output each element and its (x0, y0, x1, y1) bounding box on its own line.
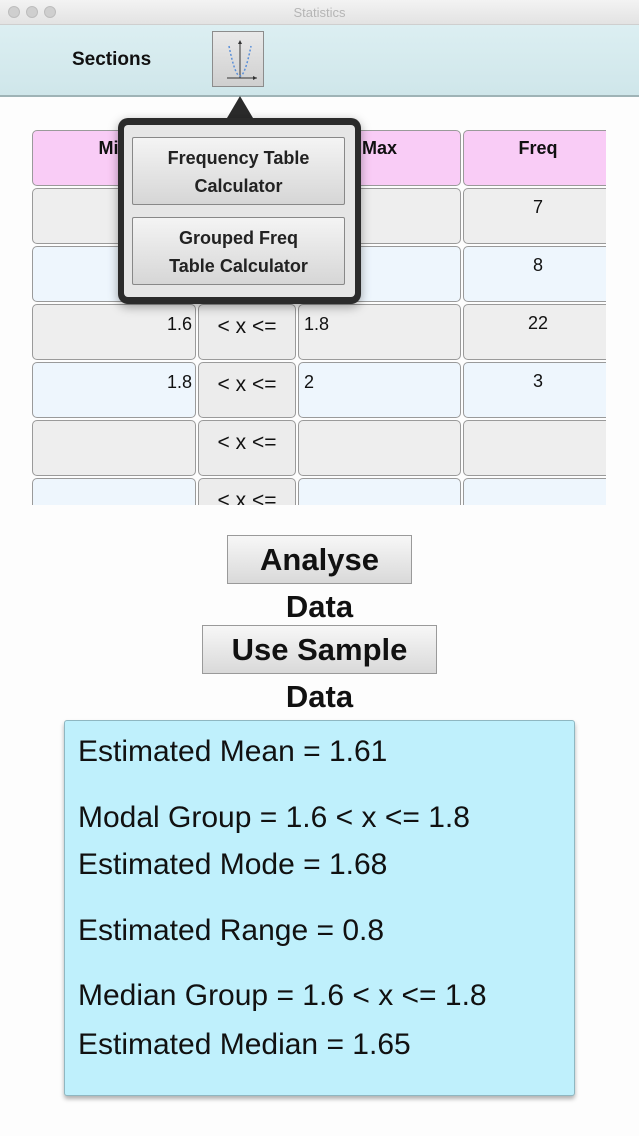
estimated-mean: Estimated Mean = 1.61 (78, 735, 388, 768)
freq-field[interactable] (463, 478, 606, 505)
freq-field[interactable]: 3 (463, 362, 606, 418)
operator-cell: < x <= (198, 478, 296, 505)
header-freq: Freq (463, 130, 606, 186)
operator-cell: < x <= (198, 304, 296, 360)
distribution-chart-icon (227, 40, 257, 80)
estimated-range: Estimated Range = 0.8 (78, 914, 385, 947)
max-field[interactable]: 1.8 (298, 304, 461, 360)
max-field[interactable]: 2 (298, 362, 461, 418)
popover-item-line1: Grouped Freq (178, 228, 298, 248)
min-field[interactable]: 1.8 (32, 362, 196, 418)
min-field[interactable] (32, 420, 196, 476)
frequency-table-calculator-button[interactable]: Frequency Table Calculator (132, 137, 345, 205)
freq-field[interactable]: 7 (463, 188, 606, 244)
estimated-mode: Estimated Mode = 1.68 (78, 848, 388, 881)
analyse-data-button[interactable]: Analyse Data (227, 535, 412, 624)
max-field[interactable] (298, 420, 461, 476)
freq-field[interactable] (463, 420, 606, 476)
grouped-freq-table-calculator-button[interactable]: Grouped Freq Table Calculator (132, 217, 345, 285)
min-field[interactable]: 1.6 (32, 304, 196, 360)
popover-item-line2: Table Calculator (169, 256, 308, 276)
operator-cell: < x <= (198, 420, 296, 476)
popover-item-line2: Calculator (194, 176, 283, 196)
window-titlebar: Statistics (0, 0, 639, 25)
estimated-median: Estimated Median = 1.65 (78, 1028, 411, 1061)
max-field[interactable] (298, 478, 461, 505)
modal-group: Modal Group = 1.6 < x <= 1.8 (78, 801, 470, 834)
popover-arrow (227, 96, 253, 118)
freq-field[interactable]: 22 (463, 304, 606, 360)
operator-cell: < x <= (198, 362, 296, 418)
popover-content: Frequency Table Calculator Grouped Freq … (124, 125, 355, 297)
freq-field[interactable]: 8 (463, 246, 606, 302)
median-group: Median Group = 1.6 < x <= 1.8 (78, 979, 487, 1012)
results-panel: Estimated Mean = 1.61 Modal Group = 1.6 … (64, 720, 575, 1096)
chart-toolbar-button[interactable] (212, 31, 264, 87)
sections-popover: Frequency Table Calculator Grouped Freq … (118, 118, 361, 304)
sections-label[interactable]: Sections (72, 49, 151, 71)
popover-item-line1: Frequency Table (167, 148, 310, 168)
toolbar: Sections (0, 25, 639, 97)
use-sample-data-button[interactable]: Use Sample Data (202, 625, 437, 714)
min-field[interactable] (32, 478, 196, 505)
window-title: Statistics (293, 5, 346, 20)
